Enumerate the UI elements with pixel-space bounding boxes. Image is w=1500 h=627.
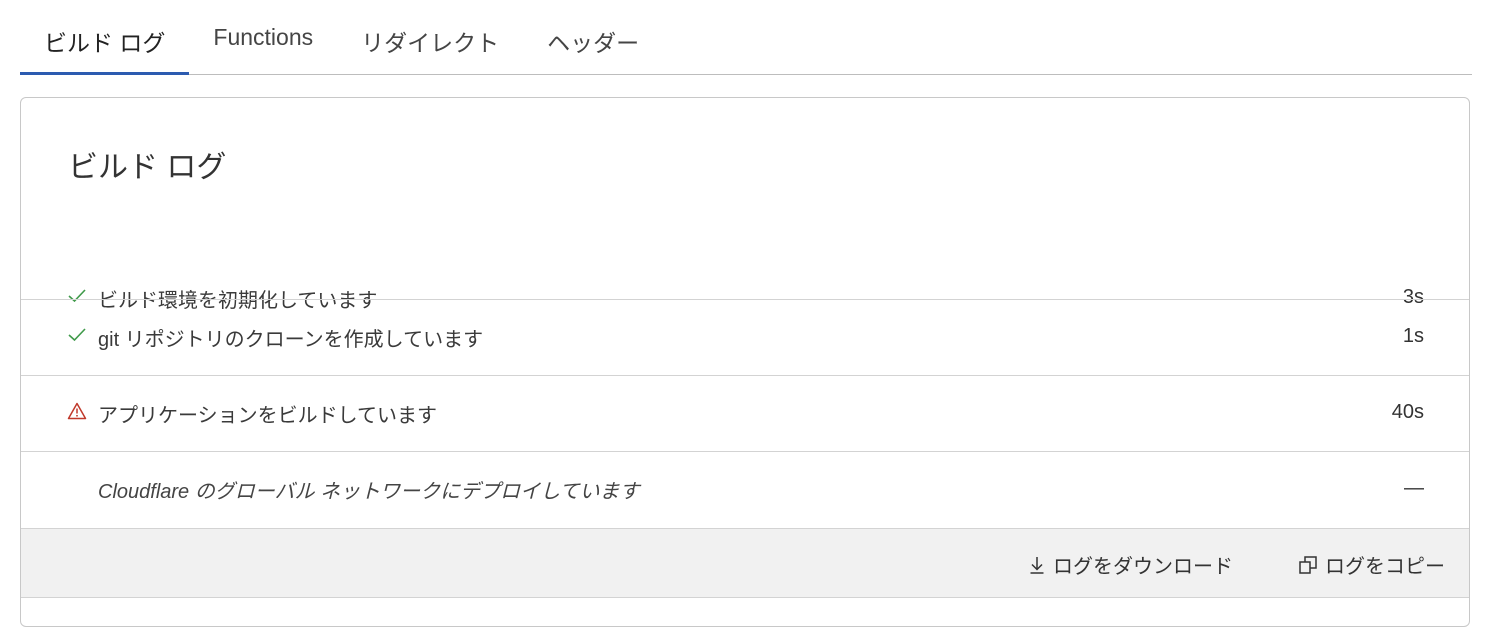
tab-headers[interactable]: ヘッダー bbox=[523, 0, 663, 74]
copy-log-label: ログをコピー bbox=[1325, 556, 1445, 578]
build-step-deploy[interactable]: Cloudflare のグローバル ネットワークにデプロイしています — bbox=[21, 451, 1469, 527]
card-title: ビルド ログ bbox=[68, 151, 227, 184]
download-log-label: ログをダウンロード bbox=[1053, 556, 1233, 578]
step-label: Cloudflare のグローバル ネットワークにデプロイしています bbox=[98, 481, 640, 503]
tab-redirects[interactable]: リダイレクト bbox=[337, 0, 523, 74]
copy-log-button[interactable]: ログをコピー bbox=[1299, 550, 1445, 579]
tab-bar: ビルド ログ Functions リダイレクト ヘッダー bbox=[20, 0, 1472, 75]
step-duration: 1s bbox=[1402, 325, 1424, 347]
step-duration: 40s bbox=[1391, 401, 1424, 423]
download-icon bbox=[1030, 556, 1044, 574]
tab-build-log[interactable]: ビルド ログ bbox=[20, 0, 190, 75]
build-step-clone[interactable]: git リポジトリのクローンを作成しています 1s bbox=[21, 299, 1469, 375]
step-duration: — bbox=[1404, 477, 1424, 499]
check-icon bbox=[67, 325, 87, 345]
download-log-button[interactable]: ログをダウンロード bbox=[1029, 550, 1233, 579]
build-log-card: ビルド ログ ビルド環境を初期化しています 3s git リポジトリのクローンを… bbox=[20, 97, 1470, 627]
copy-icon bbox=[1299, 555, 1317, 574]
warning-icon bbox=[67, 401, 87, 421]
step-label: アプリケーションをビルドしています bbox=[98, 405, 437, 427]
log-actions-bar: ログをダウンロード ログをコピー bbox=[21, 528, 1469, 598]
step-label: git リポジトリのクローンを作成しています bbox=[98, 329, 484, 351]
build-step-build[interactable]: アプリケーションをビルドしています 40s bbox=[21, 375, 1469, 451]
tab-functions[interactable]: Functions bbox=[189, 0, 337, 74]
